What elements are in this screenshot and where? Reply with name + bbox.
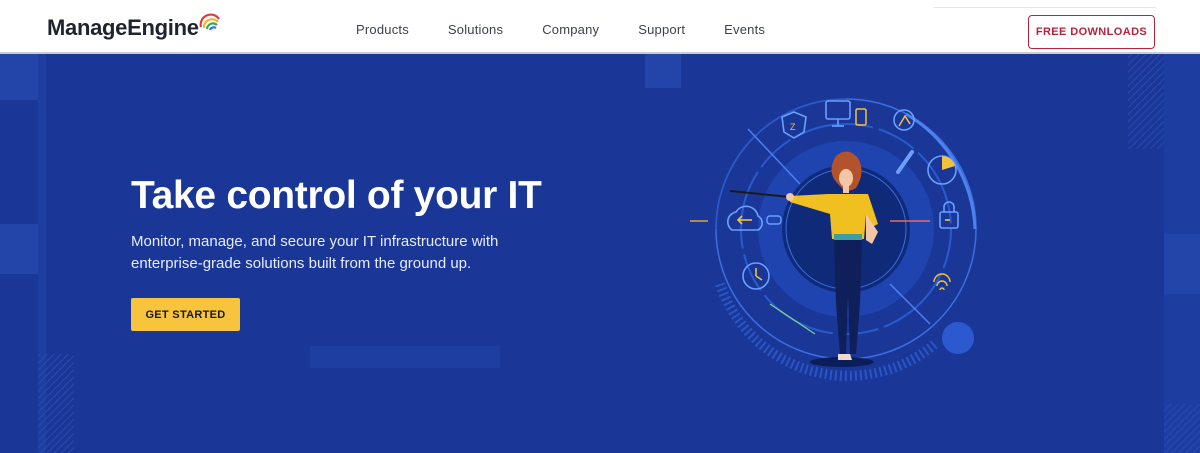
- monitor-icon: [825, 100, 851, 127]
- brand-logo[interactable]: ManageEngine: [47, 13, 220, 43]
- phone-icon: [855, 108, 867, 126]
- hero-banner: Take control of your IT Monitor, manage,…: [0, 54, 1200, 453]
- brand-arc-icon: [199, 13, 220, 31]
- header-divider: [934, 7, 1156, 8]
- nav-item-events[interactable]: Events: [724, 22, 765, 37]
- cloud-icon: [727, 205, 763, 231]
- svg-text:Z: Z: [790, 122, 796, 132]
- main-nav: Products Solutions Company Support Event…: [356, 22, 804, 37]
- clock-icon: [742, 262, 770, 290]
- nav-item-company[interactable]: Company: [542, 22, 599, 37]
- free-downloads-button[interactable]: FREE DOWNLOADS: [1028, 15, 1155, 49]
- nav-item-support[interactable]: Support: [638, 22, 685, 37]
- nav-item-products[interactable]: Products: [356, 22, 409, 37]
- hero-subtitle: Monitor, manage, and secure your IT infr…: [131, 233, 499, 272]
- hero-illustration: Z: [690, 98, 977, 381]
- get-started-button[interactable]: GET STARTED: [131, 298, 240, 331]
- hero-title: Take control of your IT: [131, 174, 542, 217]
- brand-name: ManageEngine: [47, 15, 199, 40]
- site-header: ManageEngine Products Solutions Company …: [0, 0, 1200, 54]
- nav-item-solutions[interactable]: Solutions: [448, 22, 503, 37]
